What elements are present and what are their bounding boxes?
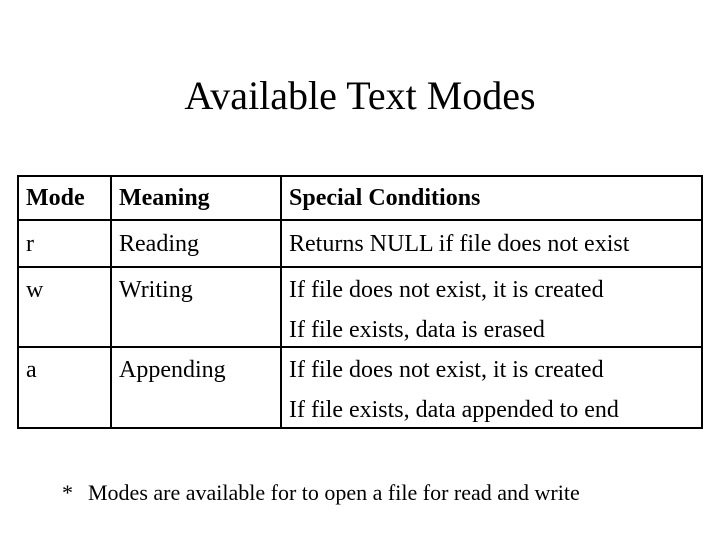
- conditions-cell: If file does not exist, it is created If…: [282, 268, 701, 346]
- meaning-cell: Reading: [112, 221, 282, 266]
- table-row: a Appending If file does not exist, it i…: [19, 348, 701, 427]
- table-header-row: Mode Meaning Special Conditions: [19, 177, 701, 221]
- conditions-cell: If file does not exist, it is created If…: [282, 348, 701, 427]
- header-special-conditions: Special Conditions: [289, 185, 481, 211]
- mode-cell: a: [19, 348, 112, 427]
- condition-line: Returns NULL if file does not exist: [289, 231, 630, 257]
- condition-line: If file does not exist, it is created: [289, 277, 604, 303]
- header-mode: Mode: [19, 177, 112, 219]
- header-meaning: Meaning: [112, 177, 282, 219]
- meaning-cell: Appending: [112, 348, 282, 427]
- mode-cell: w: [19, 268, 112, 346]
- table-row: r Reading Returns NULL if file does not …: [19, 221, 701, 268]
- table-row: w Writing If file does not exist, it is …: [19, 268, 701, 348]
- modes-table: Mode Meaning Special Conditions r Readin…: [17, 175, 703, 429]
- footnote-text: Modes are available for to open a file f…: [88, 480, 580, 505]
- conditions-cell: Returns NULL if file does not exist: [282, 221, 701, 266]
- condition-line: If file does not exist, it is created: [289, 357, 604, 383]
- condition-line: If file exists, data is erased: [289, 317, 545, 343]
- condition-line: If file exists, data appended to end: [289, 397, 619, 423]
- meaning-cell: Writing: [112, 268, 282, 346]
- footnote-marker: *: [62, 480, 73, 505]
- mode-cell: r: [19, 221, 112, 266]
- slide-title: Available Text Modes: [184, 73, 536, 118]
- footnote: * Modes are available for to open a file …: [62, 478, 580, 508]
